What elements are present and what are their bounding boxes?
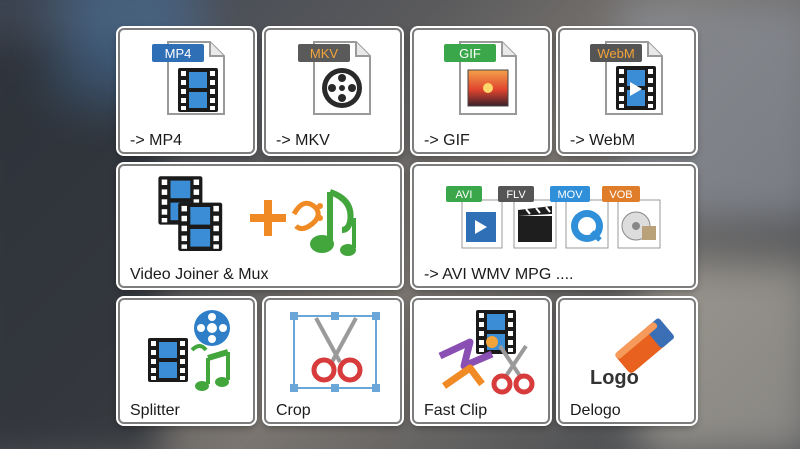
crop-label: Crop — [276, 402, 311, 419]
film-document-icon: MP4 — [152, 41, 225, 115]
svg-text:WebM: WebM — [597, 46, 634, 61]
convert-mp4-tile[interactable]: MP4 -> MP4 — [118, 28, 255, 154]
svg-text:VOB: VOB — [609, 189, 632, 201]
svg-text:MKV: MKV — [310, 46, 339, 61]
fast-clip-label: Fast Clip — [424, 402, 488, 419]
convert-gif-tile[interactable]: GIF -> GIF — [412, 28, 550, 154]
delogo-tile[interactable]: Logo Delogo — [558, 298, 696, 424]
convert-mkv-tile[interactable]: MKV -> MKV — [264, 28, 402, 154]
splitter-tile[interactable]: Splitter — [118, 298, 255, 424]
splitter-label: Splitter — [130, 402, 180, 419]
convert-other-formats-label: -> AVI WMV MPG .... — [424, 266, 574, 283]
eraser-logo-icon: Logo — [590, 318, 674, 389]
film-reel-music-icon — [148, 310, 230, 391]
convert-webm-tile[interactable]: WebM -> WebM — [558, 28, 696, 154]
crop-scissors-icon — [290, 312, 380, 392]
svg-text:GIF: GIF — [459, 46, 481, 61]
fast-clip-scissors-icon — [438, 310, 535, 395]
video-joiner-mux-tile[interactable]: Video Joiner & Mux — [118, 164, 402, 288]
crop-tile[interactable]: Crop — [264, 298, 402, 424]
image-document-icon: GIF — [444, 41, 517, 115]
convert-mp4-label: -> MP4 — [130, 132, 183, 149]
convert-webm-label: -> WebM — [570, 132, 636, 149]
video-joiner-mux-label: Video Joiner & Mux — [130, 266, 269, 283]
film-plus-music-icon — [158, 176, 356, 256]
convert-gif-label: -> GIF — [424, 132, 470, 149]
video-document-icon: WebM — [590, 41, 663, 115]
fast-clip-tile[interactable]: Fast Clip — [412, 298, 550, 424]
delogo-label: Delogo — [570, 402, 621, 419]
convert-mkv-label: -> MKV — [276, 132, 330, 149]
convert-other-formats-tile[interactable]: AVI FLV MOV VOB -> AVI WMV MPG .... — [412, 164, 696, 288]
multi-format-icons: AVI FLV MOV VOB — [446, 186, 661, 249]
svg-text:MP4: MP4 — [165, 46, 192, 61]
svg-text:MOV: MOV — [557, 189, 583, 201]
svg-text:FLV: FLV — [506, 189, 526, 201]
svg-text:AVI: AVI — [456, 189, 473, 201]
film-reel-document-icon: MKV — [298, 41, 371, 115]
